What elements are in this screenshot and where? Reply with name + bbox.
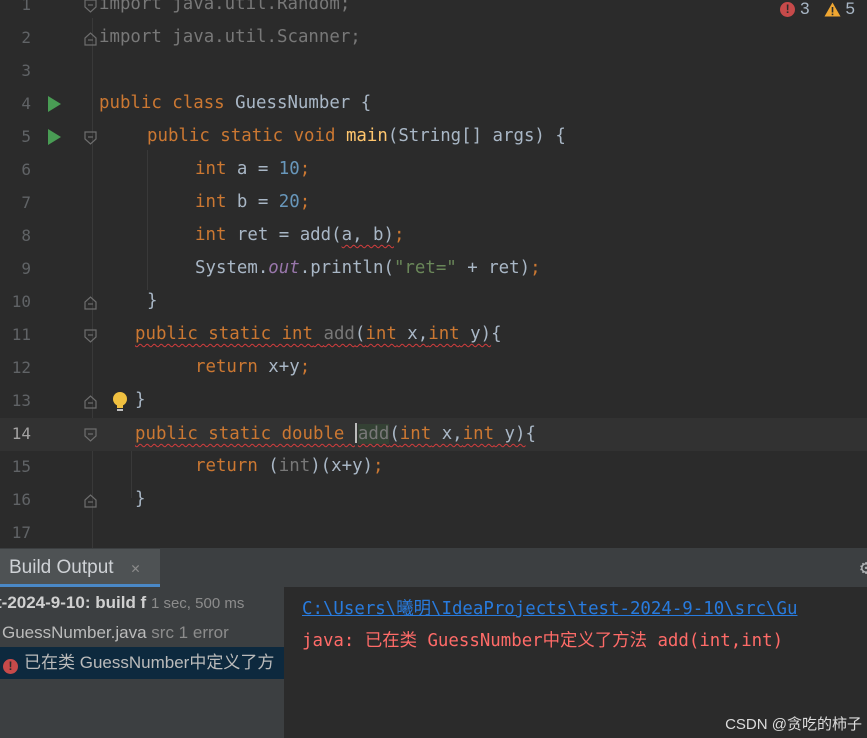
error-highlight: public static double add(int x,int y) (135, 423, 526, 444)
code-text: } (135, 390, 146, 410)
code-text: System.out.println("ret=" + ret); (195, 258, 541, 278)
line-number: 3 (21, 61, 31, 80)
code-text: import java.util.Random; (99, 0, 351, 14)
code-line[interactable]: 7 int b = 20; (0, 187, 867, 220)
line-number: 1 (21, 0, 31, 14)
code-line[interactable]: 16 } (0, 484, 867, 517)
code-text: public static void main(String[] args) { (147, 126, 566, 146)
line-number: 11 (11, 325, 31, 344)
gear-icon[interactable]: ⚙ (860, 557, 867, 577)
line-number: 10 (11, 292, 31, 311)
code-text: int b = 20; (195, 192, 311, 212)
code-text: return (int)(x+y); (195, 456, 384, 476)
line-number: 8 (21, 226, 31, 245)
tree-row-error[interactable]: ! 已在类 GuessNumber中定义了方 (0, 647, 284, 679)
fold-icon[interactable] (84, 0, 97, 13)
code-line[interactable]: 13 } (0, 385, 867, 418)
text-caret (354, 423, 357, 443)
line-number: 4 (21, 94, 31, 113)
lightbulb-icon[interactable] (110, 391, 130, 413)
line-number: 17 (11, 523, 31, 542)
close-icon[interactable]: ✕ (131, 560, 140, 576)
code-line[interactable]: 2 import java.util.Scanner; (0, 22, 867, 55)
run-class-icon[interactable] (48, 96, 61, 112)
line-number: 2 (21, 28, 31, 47)
line-number: 5 (21, 127, 31, 146)
code-line[interactable]: 10 } (0, 286, 867, 319)
code-text: int a = 10; (195, 159, 311, 179)
tree-row-build[interactable]: t-2024-9-10: build f 1 sec, 500 ms (0, 587, 280, 619)
code-line[interactable]: 5 public static void main(String[] args)… (0, 121, 867, 154)
code-text: import java.util.Scanner; (99, 27, 361, 47)
run-main-icon[interactable] (48, 129, 61, 145)
code-line-current[interactable]: 14 public static double add(int x,int y)… (0, 418, 867, 451)
code-line[interactable]: 17 (0, 517, 867, 548)
line-number: 6 (21, 160, 31, 179)
tab-label: Build Output (9, 557, 114, 578)
error-message: java: 已在类 GuessNumber中定义了方法 add(int,int) (302, 631, 784, 651)
code-text: public static int add(int x,int y){ (135, 324, 502, 344)
fold-icon[interactable] (84, 428, 97, 442)
code-line[interactable]: 12 return x+y; (0, 352, 867, 385)
build-output-panel: Build Output ✕ ⚙ t-2024-9-10: build f 1 … (0, 548, 867, 738)
code-line[interactable]: 6 int a = 10; (0, 154, 867, 187)
code-editor[interactable]: ! 3 5 1 import java.util.Random; 2 impor… (0, 0, 867, 548)
line-number: 12 (11, 358, 31, 377)
code-text: } (147, 291, 158, 311)
code-line[interactable]: 9 System.out.println("ret=" + ret); (0, 253, 867, 286)
error-icon: ! (3, 659, 18, 674)
line-number: 15 (11, 457, 31, 476)
error-highlight: public static int add(int x,int y) (135, 324, 492, 344)
build-console[interactable]: C:\Users\曦明\IdeaProjects\test-2024-9-10\… (284, 587, 867, 738)
code-text: public static double add(int x,int y){ (135, 423, 536, 444)
code-line[interactable]: 11 public static int add(int x,int y){ (0, 319, 867, 352)
fold-icon[interactable] (84, 329, 97, 343)
panel-header: Build Output ✕ ⚙ (0, 549, 867, 587)
error-highlight: a, b) (341, 225, 394, 245)
code-text: return x+y; (195, 357, 311, 377)
line-number: 9 (21, 259, 31, 278)
fold-icon[interactable] (84, 296, 97, 310)
code-line[interactable]: 8 int ret = add(a, b); (0, 220, 867, 253)
code-text: public class GuessNumber { (99, 93, 372, 113)
fold-icon[interactable] (84, 131, 97, 145)
line-number: 14 (11, 424, 31, 443)
build-tree[interactable]: t-2024-9-10: build f 1 sec, 500 ms Guess… (0, 587, 284, 738)
tree-row-file[interactable]: GuessNumber.java src 1 error (0, 617, 284, 649)
line-number: 16 (11, 490, 31, 509)
code-text: } (135, 489, 146, 509)
file-path-link[interactable]: C:\Users\曦明\IdeaProjects\test-2024-9-10\… (302, 595, 797, 620)
watermark: CSDN @贪吃的柿子 (725, 716, 862, 733)
code-line[interactable]: 15 return (int)(x+y); (0, 451, 867, 484)
line-number: 7 (21, 193, 31, 212)
code-line[interactable]: 1 import java.util.Random; (0, 0, 867, 22)
code-line[interactable]: 3 (0, 55, 867, 88)
fold-icon[interactable] (84, 494, 97, 508)
line-number: 13 (11, 391, 31, 410)
code-line[interactable]: 4 public class GuessNumber { (0, 88, 867, 121)
fold-icon[interactable] (84, 32, 97, 46)
code-text: int ret = add(a, b); (195, 225, 405, 245)
fold-icon[interactable] (84, 395, 97, 409)
